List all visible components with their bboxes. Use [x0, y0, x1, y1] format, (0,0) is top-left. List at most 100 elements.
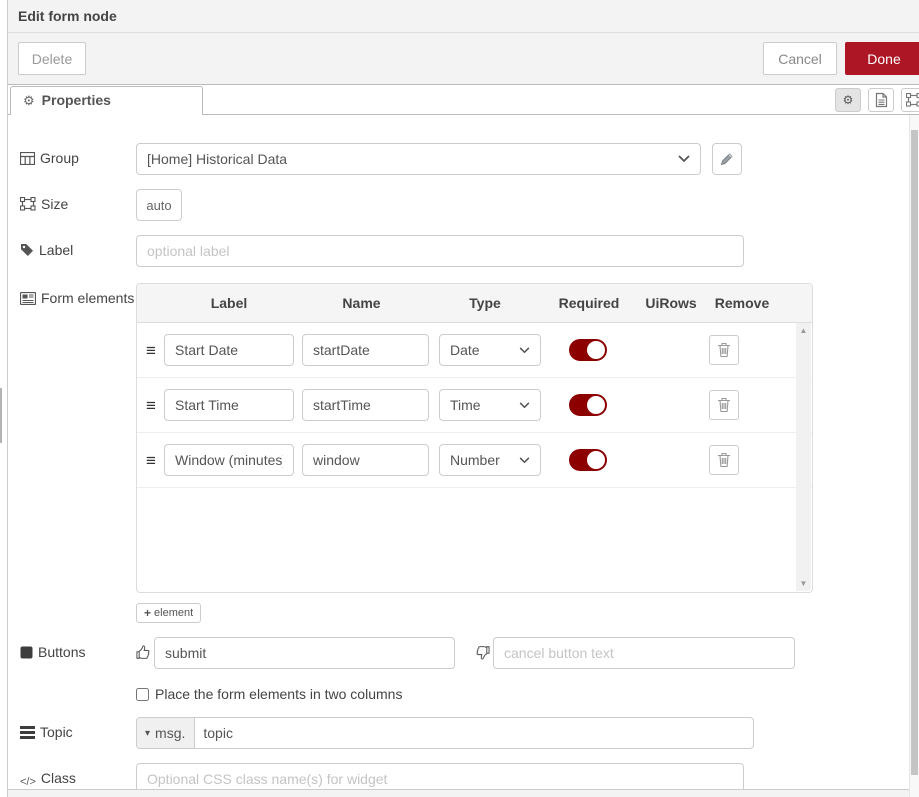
dialog-footer [8, 789, 919, 797]
element-label-input[interactable] [164, 444, 294, 476]
col-header-type: Type [429, 295, 541, 311]
form-element-row: ≡ Number [137, 433, 812, 488]
done-button[interactable]: Done [845, 42, 919, 75]
buttons-label: Buttons [20, 637, 136, 661]
col-header-uirows: UiRows [637, 295, 705, 311]
size-button[interactable]: auto [136, 189, 182, 221]
trash-icon [717, 452, 731, 468]
drag-handle-icon[interactable]: ≡ [146, 452, 164, 469]
element-name-input[interactable] [302, 389, 429, 421]
element-label-input[interactable] [164, 334, 294, 366]
dialog-toolbar: Delete Cancel Done [8, 33, 919, 85]
col-header-label: Label [164, 295, 294, 311]
main-scrollbar[interactable] [909, 115, 919, 797]
form-elements-table: Label Name Type Required UiRows Remove ≡… [136, 283, 813, 593]
drag-handle-icon[interactable]: ≡ [146, 342, 164, 359]
submit-button-text-input[interactable] [154, 637, 455, 669]
toggle-knob [587, 341, 605, 359]
trash-icon [717, 342, 731, 358]
gear-icon: ⚙ [843, 93, 854, 107]
thumbs-down-icon [475, 637, 493, 660]
properties-panel: Group [Home] Historical Data [8, 114, 909, 797]
label-input[interactable] [136, 235, 744, 267]
drag-handle-icon[interactable]: ≡ [146, 397, 164, 414]
newspaper-icon [20, 292, 36, 305]
plus-icon: + [144, 606, 151, 620]
required-toggle[interactable] [569, 339, 607, 361]
size-row: Size auto [20, 189, 909, 221]
buttons-row: Buttons [20, 637, 909, 669]
node-appearance-button[interactable] [901, 88, 919, 112]
table-scrollbar[interactable]: ▲ ▼ [796, 323, 811, 591]
group-select[interactable]: [Home] Historical Data [136, 143, 701, 175]
tasks-icon [20, 726, 35, 739]
topic-typed-input[interactable]: ▾ msg. topic [136, 717, 754, 749]
group-row: Group [Home] Historical Data [20, 143, 909, 175]
form-element-row: ≡ Time [137, 378, 812, 433]
required-toggle[interactable] [569, 394, 607, 416]
form-elements-row: Form elements Label Name Type Required U… [20, 283, 909, 593]
scroll-down-icon[interactable]: ▼ [800, 576, 808, 591]
element-type-value: Date [450, 342, 519, 358]
element-type-select[interactable]: Number [439, 444, 541, 476]
add-element-button[interactable]: +element [136, 603, 201, 623]
chevron-down-icon [519, 347, 530, 354]
tag-icon [20, 243, 34, 257]
tray-resize-grip[interactable] [0, 388, 2, 443]
element-name-input[interactable] [302, 444, 429, 476]
tab-properties[interactable]: ⚙Properties [10, 86, 203, 115]
form-elements-body: ≡ Date ≡ Ti [137, 323, 812, 592]
form-element-row: ≡ Date [137, 323, 812, 378]
table-icon [20, 152, 35, 165]
chevron-down-icon [519, 457, 530, 464]
group-select-value: [Home] Historical Data [147, 151, 678, 167]
size-label: Size [20, 189, 136, 213]
toggle-knob [587, 396, 605, 414]
topic-row: Topic ▾ msg. topic [20, 717, 909, 749]
trash-icon [717, 397, 731, 413]
tab-bar: ⚙Properties ⚙ [8, 85, 919, 115]
edit-group-button[interactable] [712, 143, 742, 175]
topic-type-label: msg. [155, 725, 185, 741]
chevron-down-icon [678, 155, 690, 163]
object-group-icon [906, 93, 919, 107]
form-elements-header: Label Name Type Required UiRows Remove [137, 284, 812, 323]
label-label: Label [20, 235, 136, 259]
node-description-button[interactable] [868, 88, 894, 112]
thumbs-up-icon [136, 637, 154, 660]
two-columns-checkbox[interactable] [136, 688, 149, 701]
required-toggle[interactable] [569, 449, 607, 471]
pencil-icon [720, 152, 734, 166]
topic-label: Topic [20, 717, 136, 741]
element-type-select[interactable]: Date [439, 334, 541, 366]
remove-element-button[interactable] [709, 335, 739, 365]
toggle-knob [587, 451, 605, 469]
cancel-button-text-input[interactable] [493, 637, 795, 669]
scroll-up-icon[interactable]: ▲ [800, 323, 808, 338]
remove-element-button[interactable] [709, 390, 739, 420]
node-settings-button[interactable]: ⚙ [835, 88, 861, 112]
element-name-input[interactable] [302, 334, 429, 366]
form-elements-label: Form elements [20, 283, 136, 307]
delete-button[interactable]: Delete [18, 42, 86, 75]
tab-properties-label: Properties [42, 92, 111, 108]
element-label-input[interactable] [164, 389, 294, 421]
topic-value[interactable]: topic [195, 718, 753, 748]
col-header-remove: Remove [705, 295, 779, 311]
remove-element-button[interactable] [709, 445, 739, 475]
element-type-select[interactable]: Time [439, 389, 541, 421]
main-scrollbar-thumb[interactable] [911, 130, 918, 775]
square-icon [20, 646, 33, 659]
col-header-name: Name [294, 295, 429, 311]
class-label: </>Class [20, 763, 136, 791]
label-row: Label [20, 235, 909, 267]
two-columns-label: Place the form elements in two columns [155, 686, 402, 702]
dialog-header: Edit form node [8, 0, 919, 33]
tab-toolbar: ⚙ [835, 88, 919, 112]
cancel-button[interactable]: Cancel [763, 42, 837, 75]
object-group-icon [20, 197, 36, 211]
element-type-value: Time [450, 397, 519, 413]
group-label: Group [20, 143, 136, 167]
dialog-title: Edit form node [8, 0, 919, 24]
topic-type-button[interactable]: ▾ msg. [137, 718, 195, 748]
